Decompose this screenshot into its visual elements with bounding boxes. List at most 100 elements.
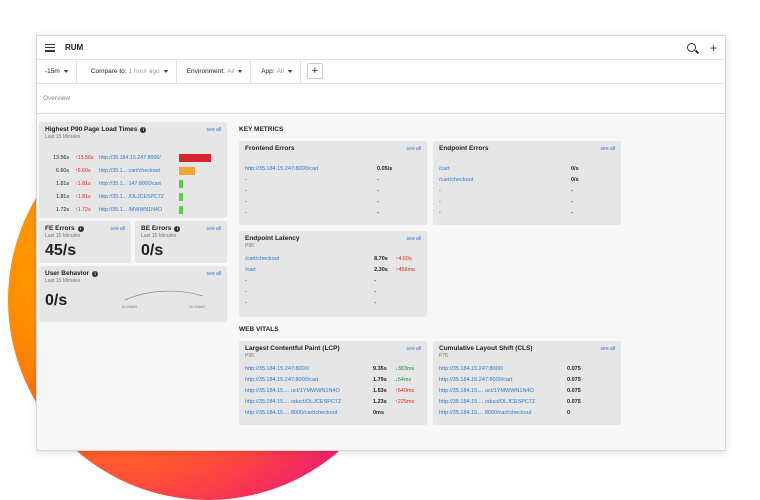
row-value: - bbox=[374, 288, 376, 295]
card-subtitle: P90 bbox=[245, 353, 254, 359]
table-row: -- bbox=[245, 174, 421, 185]
row-label: - bbox=[439, 198, 441, 205]
row-label[interactable]: /cart bbox=[245, 267, 374, 273]
see-all-link[interactable]: see all bbox=[601, 146, 615, 152]
see-all-link[interactable]: see all bbox=[207, 271, 221, 277]
app-value: All bbox=[276, 68, 284, 75]
row-delta: ↑4.60s bbox=[395, 255, 412, 262]
card-title: Endpoint Latency bbox=[245, 235, 300, 242]
table-row: http://35.184.15.247:8000/9.35s ↓383ms bbox=[245, 363, 421, 374]
load-time-delta: ↑13.56s bbox=[75, 154, 94, 161]
table-row: -- bbox=[439, 196, 615, 207]
row-label: - bbox=[245, 277, 247, 284]
table-row: 1.81s ↑1.81s http://35.1... /OLJCESPC7Z bbox=[45, 190, 184, 203]
filter-bar: -15m Compare to: 1 hour ago Environment:… bbox=[37, 60, 725, 84]
info-icon[interactable]: i bbox=[140, 126, 147, 133]
add-filter-button[interactable]: + bbox=[306, 63, 323, 79]
chevron-down-icon bbox=[63, 70, 68, 73]
web-vitals-heading: WEB VITALS bbox=[239, 326, 279, 333]
load-time-value: 1.81s bbox=[56, 180, 69, 187]
page-url-link[interactable]: http://35.1... /OLJCESPC7Z bbox=[99, 194, 179, 200]
see-all-link[interactable]: see all bbox=[207, 226, 221, 232]
page-url-link[interactable]: http://35.1... cart/checkout bbox=[99, 168, 179, 174]
row-label[interactable]: http://35.184.15.247:8000/cart bbox=[439, 377, 567, 383]
table-row: -- bbox=[439, 185, 615, 196]
page-url-link[interactable]: http://35.1... /MWWN1N4O bbox=[99, 207, 179, 213]
card-subtitle: Last 15 Minutes bbox=[141, 233, 177, 239]
compare-dropdown[interactable]: Compare to: 1 hour ago bbox=[77, 60, 177, 83]
load-time-delta: ↑1.81s bbox=[75, 180, 91, 187]
row-value: 0ms bbox=[373, 409, 385, 416]
see-all-link[interactable]: see all bbox=[111, 226, 125, 232]
row-value: - bbox=[377, 209, 379, 216]
time-range-dropdown[interactable]: -15m bbox=[37, 60, 77, 83]
row-label[interactable]: /cart/checkout bbox=[245, 256, 374, 262]
row-value: 1.79s bbox=[373, 376, 387, 383]
table-row: http://35.184.15.... 8000/cart/checkout 0 bbox=[439, 407, 615, 418]
row-label[interactable]: http://35.184.15.247:8000/cart bbox=[245, 377, 373, 383]
table-row: -- bbox=[245, 196, 421, 207]
page-url-link[interactable]: http://35.184.15.247:8000/ bbox=[99, 155, 179, 161]
app-label: App: bbox=[261, 68, 275, 75]
overview-tab[interactable]: Overview bbox=[37, 84, 725, 114]
table-row: http://35.184.15.... uct/1YMWWN1N4O 0.075 bbox=[439, 385, 615, 396]
card-title: Largest Contentful Paint (LCP) bbox=[245, 345, 340, 352]
page-url-link[interactable]: http://35.1... 147:8000/cart bbox=[99, 181, 179, 187]
row-label: - bbox=[245, 288, 247, 295]
app-dropdown[interactable]: App: All bbox=[251, 60, 301, 83]
row-value: - bbox=[374, 299, 376, 306]
row-value: 9.35s bbox=[373, 365, 387, 372]
row-value: - bbox=[571, 198, 573, 205]
time-range-value: -15m bbox=[45, 68, 60, 75]
row-label[interactable]: http://35.184.15.... 8000/cart/checkout bbox=[439, 410, 567, 416]
load-time-value: 6.60s bbox=[56, 167, 69, 174]
load-time-value: 13.56s bbox=[53, 154, 69, 161]
see-all-link[interactable]: see all bbox=[601, 346, 615, 352]
info-icon[interactable]: i bbox=[174, 225, 181, 232]
row-label[interactable]: /cart/checkout bbox=[439, 177, 571, 183]
row-delta: ↓383ms bbox=[395, 365, 415, 372]
row-label[interactable]: http://35.184.15.247:8000/cart bbox=[245, 166, 377, 172]
cls-card: Cumulative Layout Shift (CLS) P75 see al… bbox=[433, 341, 621, 425]
search-icon[interactable] bbox=[686, 43, 696, 52]
table-row: http://35.184.15.... uct/1YMWWN1N4O 1.53s… bbox=[245, 385, 421, 396]
card-subtitle: Last 15 Minutes bbox=[45, 233, 81, 239]
plus-icon[interactable]: + bbox=[710, 42, 717, 54]
top-bar: RUM + bbox=[37, 36, 725, 60]
row-value: 0/s bbox=[571, 176, 579, 183]
table-row: http://35.184.15.247:8000/cart 0.075 bbox=[439, 374, 615, 385]
info-icon[interactable]: i bbox=[77, 225, 84, 232]
see-all-link[interactable]: see all bbox=[407, 346, 421, 352]
be-errors-card: BE Errors i Last 15 Minutes see all 0/s bbox=[135, 221, 227, 263]
row-label[interactable]: http://35.184.15.... oduct/OLJCESPC7Z bbox=[245, 399, 373, 405]
table-row: -- bbox=[245, 286, 421, 297]
row-label[interactable]: http://35.184.15.... uct/1YMWWN1N4O bbox=[245, 388, 373, 394]
axis-tick-label: 11:15AM bbox=[189, 304, 205, 309]
info-icon[interactable]: i bbox=[92, 270, 99, 277]
row-value: 1.53s bbox=[373, 387, 387, 394]
load-time-bar bbox=[179, 192, 184, 201]
see-all-link[interactable]: see all bbox=[407, 146, 421, 152]
menu-icon[interactable] bbox=[45, 43, 55, 52]
environment-dropdown[interactable]: Environment: All bbox=[177, 60, 252, 83]
row-delta: ↑640ms bbox=[395, 387, 415, 394]
axis-tick-label: 11:00AM bbox=[121, 304, 137, 309]
row-value: - bbox=[377, 198, 379, 205]
row-value: 0.075 bbox=[567, 365, 581, 372]
row-label[interactable]: http://35.184.15.... oduct/OLJCESPC7Z bbox=[439, 399, 567, 405]
table-row: http://35.184.15.... 8000/cart/checkout 0… bbox=[245, 407, 421, 418]
card-title: BE Errors bbox=[141, 225, 172, 232]
see-all-link[interactable]: see all bbox=[407, 236, 421, 242]
row-label[interactable]: http://35.184.15.247:8000/ bbox=[245, 366, 373, 372]
row-label[interactable]: http://35.184.15.247:8000/ bbox=[439, 366, 567, 372]
row-label[interactable]: http://35.184.15.... uct/1YMWWN1N4O bbox=[439, 388, 567, 394]
row-value: 2.30s bbox=[374, 266, 388, 273]
row-label[interactable]: /cart bbox=[439, 166, 571, 172]
load-time-bar bbox=[179, 166, 195, 175]
fe-errors-card: FE Errors i Last 15 Minutes see all 45/s bbox=[39, 221, 131, 263]
see-all-link[interactable]: see all bbox=[207, 127, 221, 133]
table-row: /cart/checkout 8.70s ↑4.60s bbox=[245, 253, 421, 264]
chevron-down-icon bbox=[238, 70, 243, 73]
endpoint-errors-card: Endpoint Errors see all /cart 0/s/cart/ch… bbox=[433, 141, 621, 225]
row-label[interactable]: http://35.184.15.... 8000/cart/checkout bbox=[245, 410, 373, 416]
